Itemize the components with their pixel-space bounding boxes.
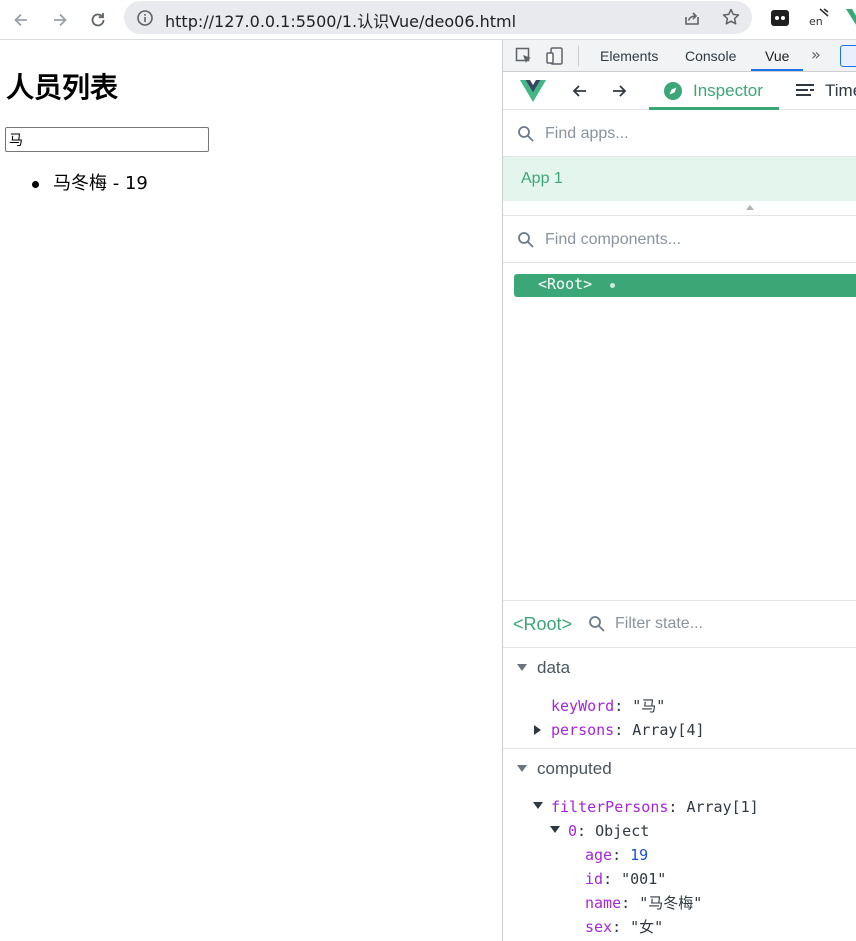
- tab-inspector[interactable]: Inspector: [649, 72, 779, 110]
- root-node-label: <Root>: [538, 275, 593, 293]
- tab-console[interactable]: Console: [685, 48, 736, 64]
- field-age[interactable]: age: 19: [585, 843, 648, 867]
- filter-state-placeholder[interactable]: Filter state...: [615, 615, 703, 633]
- back-button[interactable]: [7, 6, 35, 34]
- timeline-label: Time: [825, 81, 856, 100]
- share-icon[interactable]: [682, 8, 702, 28]
- info-icon[interactable]: [136, 9, 154, 27]
- computed-item-0[interactable]: 0: Object: [568, 819, 649, 843]
- back-arrow-icon[interactable]: [570, 81, 590, 101]
- forward-icon: [54, 13, 67, 27]
- find-apps-placeholder: Find apps...: [545, 125, 629, 142]
- computed-prop-filterpersons[interactable]: filterPersons: Array[1]: [551, 795, 759, 819]
- data-section-label: data: [537, 658, 571, 677]
- search-icon: [518, 126, 534, 142]
- browser-toolbar: http://127.0.0.1:5500/1.认识Vue/deo06.html…: [0, 0, 856, 40]
- data-section-toggle[interactable]: data: [517, 658, 570, 678]
- find-apps-search[interactable]: Find apps...: [503, 111, 856, 157]
- tab-elements[interactable]: Elements: [600, 48, 658, 64]
- collapse-arrow-icon[interactable]: [533, 802, 543, 809]
- state-prop-persons[interactable]: persons: Array[4]: [551, 718, 705, 742]
- state-prop-keyword[interactable]: keyWord: "马": [551, 694, 665, 718]
- tab-vue[interactable]: Vue: [765, 48, 789, 64]
- search-icon: [589, 616, 605, 632]
- find-components-placeholder: Find components...: [545, 231, 682, 248]
- compass-icon: [664, 82, 682, 100]
- url-text: http://127.0.0.1:5500/1.认识Vue/deo06.html: [165, 12, 517, 31]
- computed-section-label: computed: [537, 759, 612, 778]
- svg-text:en: en: [809, 15, 823, 28]
- star-icon[interactable]: [721, 7, 741, 27]
- forward-button[interactable]: [46, 6, 74, 34]
- back-icon: [14, 13, 27, 27]
- inspector-label: Inspector: [693, 81, 763, 100]
- computed-section-toggle[interactable]: computed: [517, 759, 612, 779]
- toolbar-separator: [578, 46, 579, 66]
- search-input[interactable]: [5, 127, 209, 152]
- inspect-element-icon[interactable]: [514, 46, 534, 66]
- more-tabs-icon[interactable]: »: [811, 45, 821, 64]
- selected-component-name: <Root>: [513, 614, 573, 634]
- component-tree-root[interactable]: <Root>: [514, 274, 856, 297]
- section-divider: [503, 748, 856, 749]
- search-icon: [518, 232, 534, 248]
- field-sex[interactable]: sex: "女": [585, 915, 663, 939]
- vue-devtools-toolbar: Inspector Time: [503, 72, 856, 110]
- field-id[interactable]: id: "001": [585, 867, 666, 891]
- vue-logo-icon: [520, 80, 546, 102]
- address-bar[interactable]: http://127.0.0.1:5500/1.认识Vue/deo06.html: [124, 1, 752, 34]
- extension-icon[interactable]: [768, 6, 792, 30]
- divider: [503, 215, 856, 216]
- collapse-triangle-icon: [517, 765, 527, 772]
- timeline-icon: [796, 84, 814, 96]
- collapse-triangle-icon: [517, 664, 527, 671]
- person-list: 马冬梅 - 19: [0, 172, 148, 196]
- selected-dot-icon: [610, 283, 615, 288]
- app-name: App 1: [521, 170, 563, 187]
- collapse-arrow-icon[interactable]: [550, 826, 560, 833]
- find-components-search[interactable]: Find components...: [503, 217, 856, 263]
- issues-badge-icon[interactable]: [840, 45, 856, 67]
- translate-extension-icon[interactable]: en: [808, 6, 832, 30]
- devtools-tab-bar: Elements Console Vue »: [503, 40, 856, 72]
- page-title: 人员列表: [6, 71, 119, 104]
- device-toolbar-icon[interactable]: [545, 46, 565, 66]
- active-tab-indicator: [751, 69, 803, 71]
- list-item: 马冬梅 - 19: [0, 172, 148, 196]
- vue-devtools-extension-icon[interactable]: [846, 6, 856, 30]
- state-inspector-header: <Root> Filter state...: [503, 600, 856, 648]
- reload-icon: [91, 13, 105, 27]
- devtools-panel: Elements Console Vue » Inspector Time Fi…: [502, 40, 856, 941]
- app-list-item[interactable]: App 1: [503, 157, 856, 201]
- reload-button[interactable]: [84, 6, 112, 34]
- field-name[interactable]: name: "马冬梅": [585, 891, 702, 915]
- collapse-caret-icon[interactable]: [746, 205, 754, 210]
- forward-arrow-icon[interactable]: [609, 81, 629, 101]
- expand-arrow-icon[interactable]: [534, 725, 541, 735]
- page-content: 人员列表 马冬梅 - 19: [0, 40, 502, 941]
